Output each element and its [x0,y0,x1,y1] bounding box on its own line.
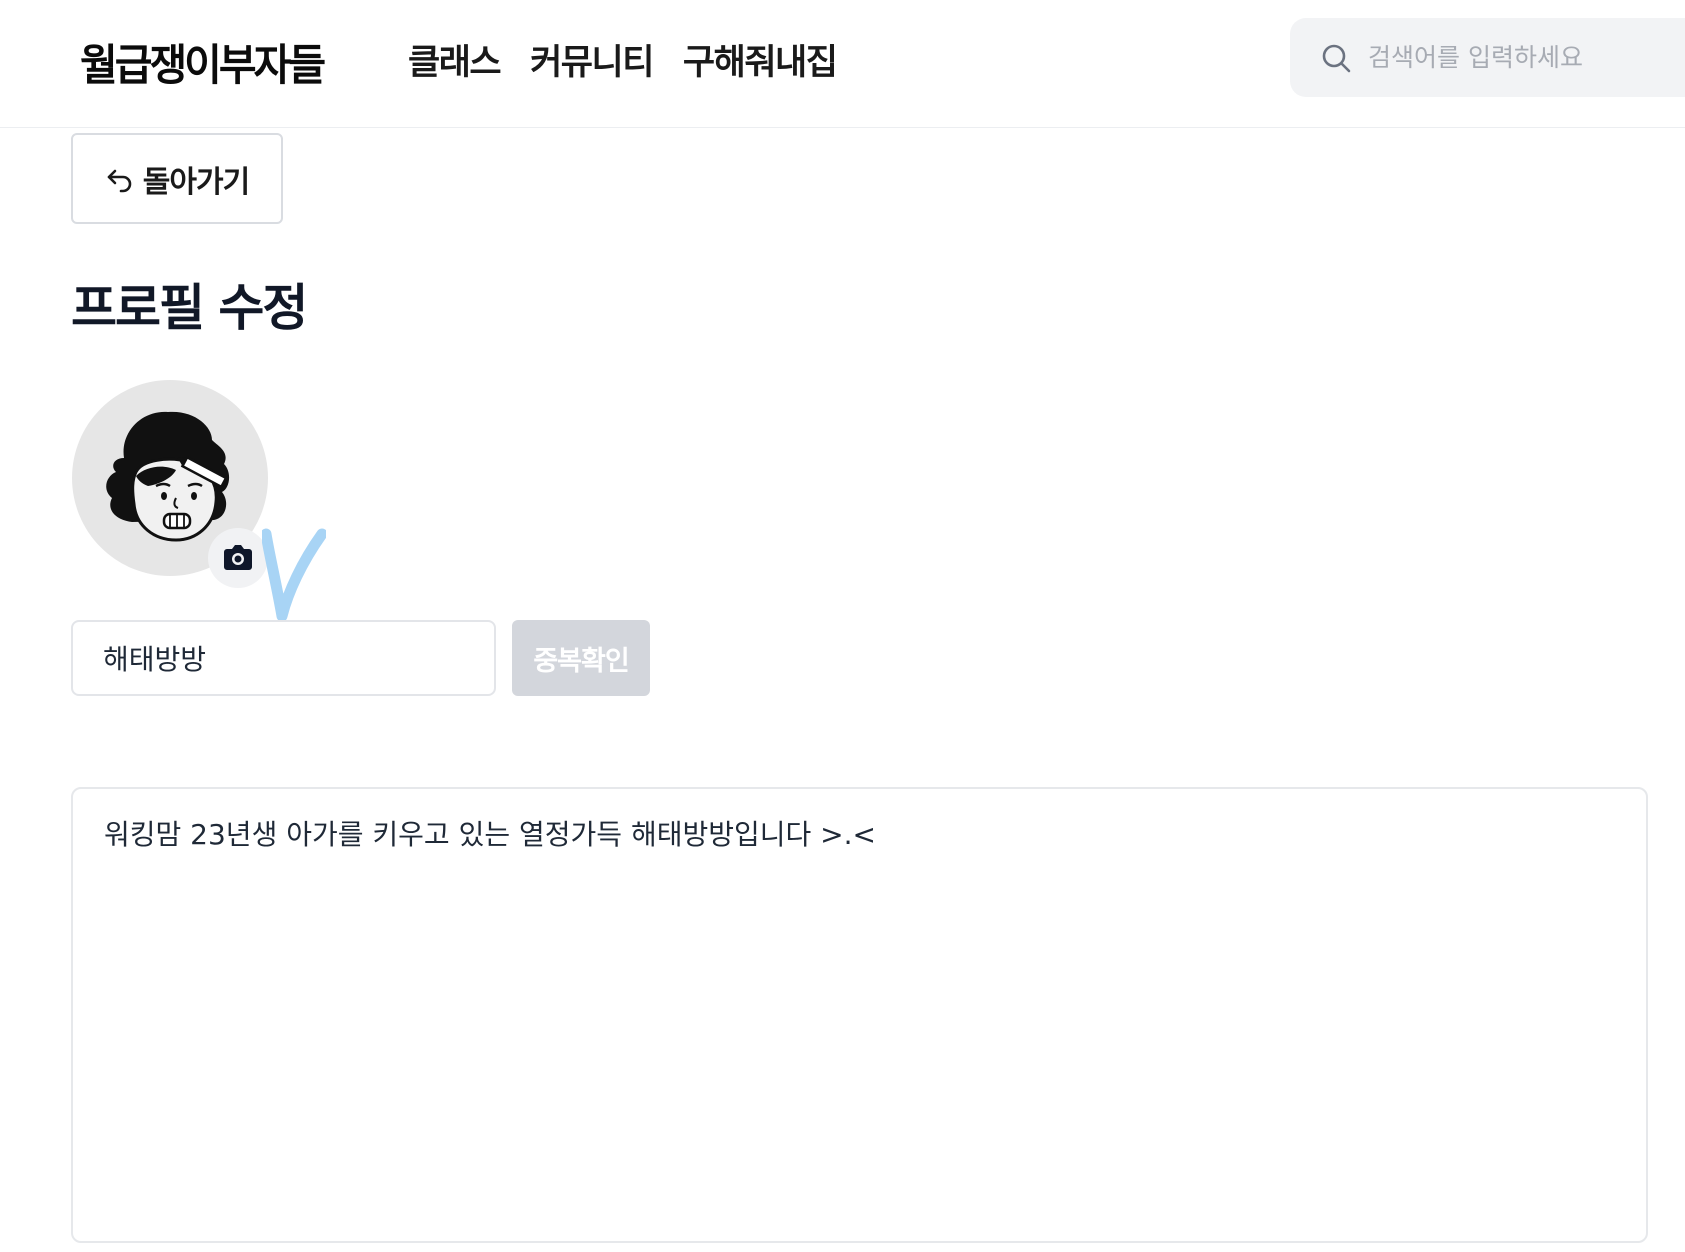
back-button-label: 돌아가기 [142,164,250,200]
check-mark-icon [262,528,326,622]
back-arrow-icon [107,169,132,192]
site-logo[interactable]: 월급쟁이부자들 [80,30,326,93]
search-bar [1290,18,1685,97]
main-nav: 클래스 커뮤니티 구해줘내집 [408,34,838,85]
search-input[interactable] [1368,18,1668,97]
nickname-input[interactable] [71,620,496,696]
top-header: 월급쟁이부자들 클래스 커뮤니티 구해줘내집 [0,0,1685,128]
camera-icon [224,545,252,570]
nav-item-class[interactable]: 클래스 [408,34,502,85]
nav-item-community[interactable]: 커뮤니티 [530,34,654,85]
back-button[interactable]: 돌아가기 [71,133,283,224]
page-title: 프로필 수정 [71,279,308,337]
change-photo-button[interactable] [208,528,268,588]
bio-textarea[interactable]: 워킹맘 23년생 아가를 키우고 있는 열정가득 해태방방입니다 >.< [71,787,1648,1243]
avatar-editor [72,380,272,588]
search-icon[interactable] [1320,42,1352,74]
duplicate-check-button[interactable]: 중복확인 [512,620,650,696]
nav-item-find-home[interactable]: 구해줘내집 [683,34,838,85]
